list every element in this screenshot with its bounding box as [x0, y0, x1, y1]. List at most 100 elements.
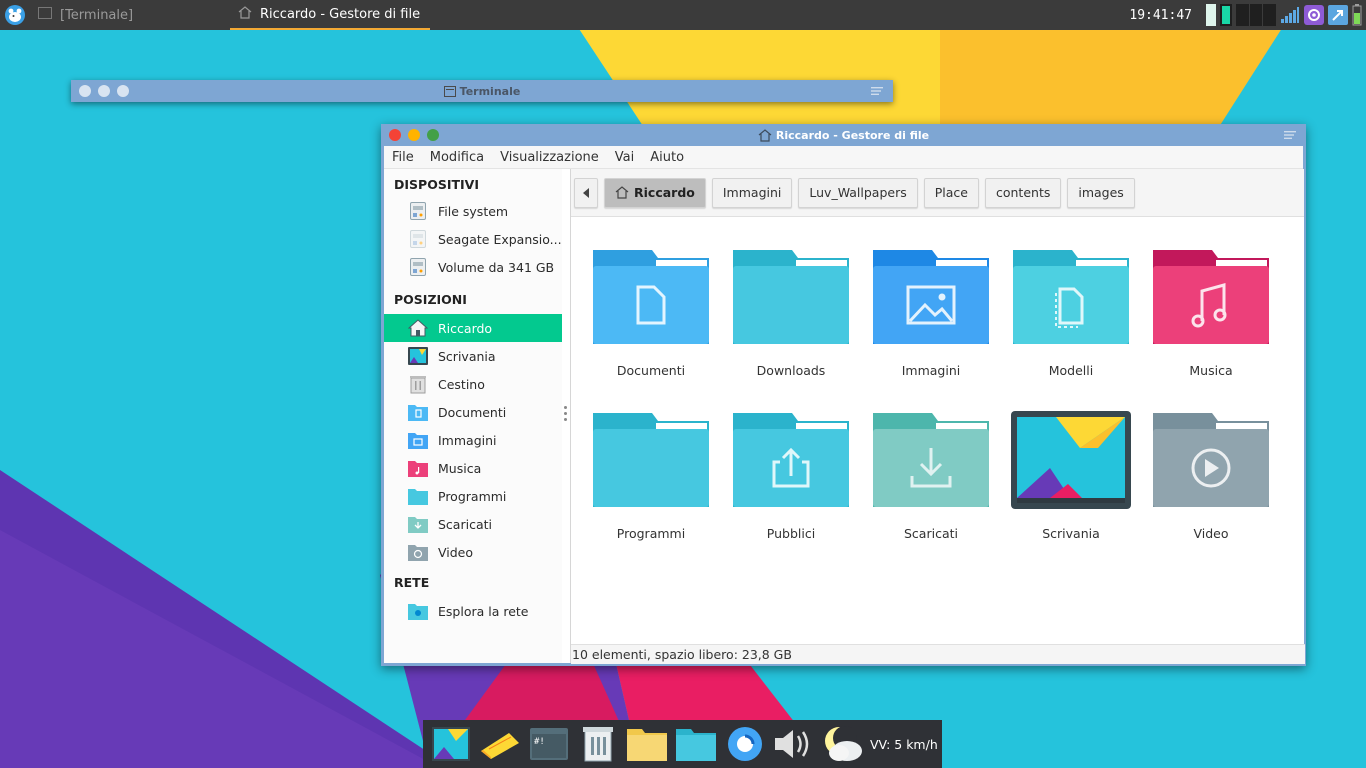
folder-item[interactable]: Video — [1141, 410, 1281, 560]
sidebar-item-riccardo[interactable]: Riccardo — [384, 314, 562, 342]
settings-gear-icon[interactable] — [1304, 5, 1324, 25]
sidebar-item-scaricati[interactable]: Scaricati — [384, 510, 562, 538]
sidebar-item-label: Documenti — [438, 404, 507, 420]
sidebar-item-label: Programmi — [438, 488, 507, 504]
sidebar-item-immagini[interactable]: Immagini — [384, 426, 562, 454]
file-manager-window[interactable]: Riccardo - Gestore di file File Modifica… — [381, 124, 1306, 666]
item-label: Scaricati — [904, 526, 958, 541]
dock-item-file-manager[interactable] — [672, 720, 720, 768]
menu-file[interactable]: File — [384, 150, 422, 165]
sidebar-item-label: File system — [438, 203, 509, 219]
dock-item-wallpaper[interactable] — [427, 720, 475, 768]
menu-edit[interactable]: Modifica — [422, 150, 492, 165]
cpu-graph-icon[interactable] — [1206, 4, 1216, 26]
drive-icon — [408, 257, 428, 277]
item-label: Modelli — [1048, 363, 1094, 378]
minimize-button[interactable] — [408, 129, 420, 141]
maximize-button[interactable] — [117, 85, 129, 97]
path-back-button[interactable] — [574, 177, 598, 208]
dock-item-volume[interactable] — [770, 720, 818, 768]
folder-videos-icon — [408, 542, 428, 562]
dock-item-archive[interactable] — [574, 720, 622, 768]
sidebar-heading-devices: DISPOSITIVI — [394, 176, 479, 192]
application-menu-button[interactable] — [0, 0, 30, 30]
dock-item-weather[interactable] — [819, 720, 867, 768]
top-panel: [Terminale] Riccardo - Gestore di file 1… — [0, 0, 1366, 30]
item-label: Immagini — [901, 363, 961, 378]
folder-publicshare-icon — [733, 413, 849, 507]
sidebar-item-documenti[interactable]: Documenti — [384, 398, 562, 426]
folder-item[interactable]: Scaricati — [861, 410, 1001, 560]
folder-item[interactable]: Modelli — [1001, 247, 1141, 397]
home-icon — [758, 128, 772, 142]
sidebar-item-scrivania[interactable]: Scrivania — [384, 342, 562, 370]
path-crumb-place[interactable]: Place — [923, 177, 979, 208]
path-crumb-immagini[interactable]: Immagini — [711, 177, 793, 208]
minimize-button[interactable] — [98, 85, 110, 97]
network-graph-icon[interactable] — [1236, 4, 1276, 26]
memory-graph-icon[interactable] — [1220, 4, 1232, 26]
menu-help[interactable]: Aiuto — [642, 150, 692, 165]
folder-item[interactable]: Musica — [1141, 247, 1281, 397]
folder-documents-icon — [408, 402, 428, 422]
file-manager-titlebar[interactable]: Riccardo - Gestore di file — [381, 124, 1306, 146]
sidebar-item-seagate[interactable]: Seagate Expansio... — [384, 225, 562, 253]
sidebar-item-cestino[interactable]: Cestino — [384, 370, 562, 398]
system-tray — [1206, 0, 1366, 30]
sidebar-item-file-system[interactable]: File system — [384, 197, 562, 225]
maximize-button[interactable] — [427, 129, 439, 141]
window-menu-icon[interactable] — [1284, 129, 1296, 141]
dock-item-notes[interactable] — [476, 720, 524, 768]
folder-item[interactable]: Documenti — [581, 247, 721, 397]
folder-pictures-icon — [873, 250, 989, 344]
sidebar-item-volume[interactable]: Volume da 341 GB — [384, 253, 562, 281]
home-icon — [408, 318, 428, 338]
battery-icon[interactable] — [1352, 4, 1362, 26]
terminal-icon — [443, 85, 456, 97]
pane-resize-handle[interactable] — [564, 406, 568, 421]
taskbar-item-file-manager[interactable]: Riccardo - Gestore di file — [230, 0, 430, 30]
volume-icon — [775, 730, 809, 758]
terminal-window[interactable]: Terminale — [71, 80, 893, 102]
taskbar-item-label: Riccardo - Gestore di file — [260, 6, 421, 22]
folder-icon — [733, 250, 849, 344]
path-crumb-contents[interactable]: contents — [984, 177, 1062, 208]
menu-go[interactable]: Vai — [607, 150, 642, 165]
folder-item[interactable]: Scrivania — [1001, 410, 1141, 560]
menu-view[interactable]: Visualizzazione — [492, 150, 607, 165]
sidebar-item-label: Riccardo — [438, 320, 493, 336]
update-notifier-icon[interactable] — [1328, 5, 1348, 25]
terminal-icon — [38, 7, 52, 23]
svg-text:#!: #! — [534, 737, 545, 747]
sidebar-item-label: Musica — [438, 460, 482, 476]
dock-item-terminal[interactable]: #! — [525, 720, 573, 768]
signal-bars-icon[interactable] — [1280, 6, 1300, 24]
sidebar-item-network[interactable]: Esplora la rete — [384, 597, 562, 625]
dock-item-folder[interactable] — [623, 720, 671, 768]
folder-item[interactable]: Downloads — [721, 247, 861, 397]
item-label: Documenti — [616, 363, 686, 378]
path-crumb-images[interactable]: images — [1067, 177, 1135, 208]
folder-item[interactable]: Pubblici — [721, 410, 861, 560]
sidebar-item-musica[interactable]: Musica — [384, 454, 562, 482]
sidebar-item-programmi[interactable]: Programmi — [384, 482, 562, 510]
close-button[interactable] — [79, 85, 91, 97]
clock[interactable]: 19:41:47 — [1129, 8, 1192, 23]
taskbar-item-terminal[interactable]: [Terminale] — [30, 0, 230, 30]
path-crumb-label: Riccardo — [634, 185, 695, 200]
close-button[interactable] — [389, 129, 401, 141]
dock-item-browser[interactable] — [721, 720, 769, 768]
terminal-titlebar[interactable]: Terminale — [71, 80, 893, 102]
window-menu-icon[interactable] — [871, 85, 883, 97]
path-crumb-riccardo[interactable]: Riccardo — [604, 177, 706, 208]
terminal-icon: #! — [530, 728, 568, 760]
file-grid: Documenti Downloads Immagini Modelli Mus… — [571, 217, 1304, 641]
folder-item[interactable]: Immagini — [861, 247, 1001, 397]
item-label: Downloads — [756, 363, 826, 378]
folder-templates-icon — [1013, 250, 1129, 344]
folder-item[interactable]: Programmi — [581, 410, 721, 560]
sidebar-item-label: Volume da 341 GB — [438, 259, 555, 275]
status-bar: 10 elementi, spazio libero: 23,8 GB — [571, 644, 1305, 664]
sidebar-item-video[interactable]: Video — [384, 538, 562, 566]
path-crumb-luv-wallpapers[interactable]: Luv_Wallpapers — [798, 177, 918, 208]
